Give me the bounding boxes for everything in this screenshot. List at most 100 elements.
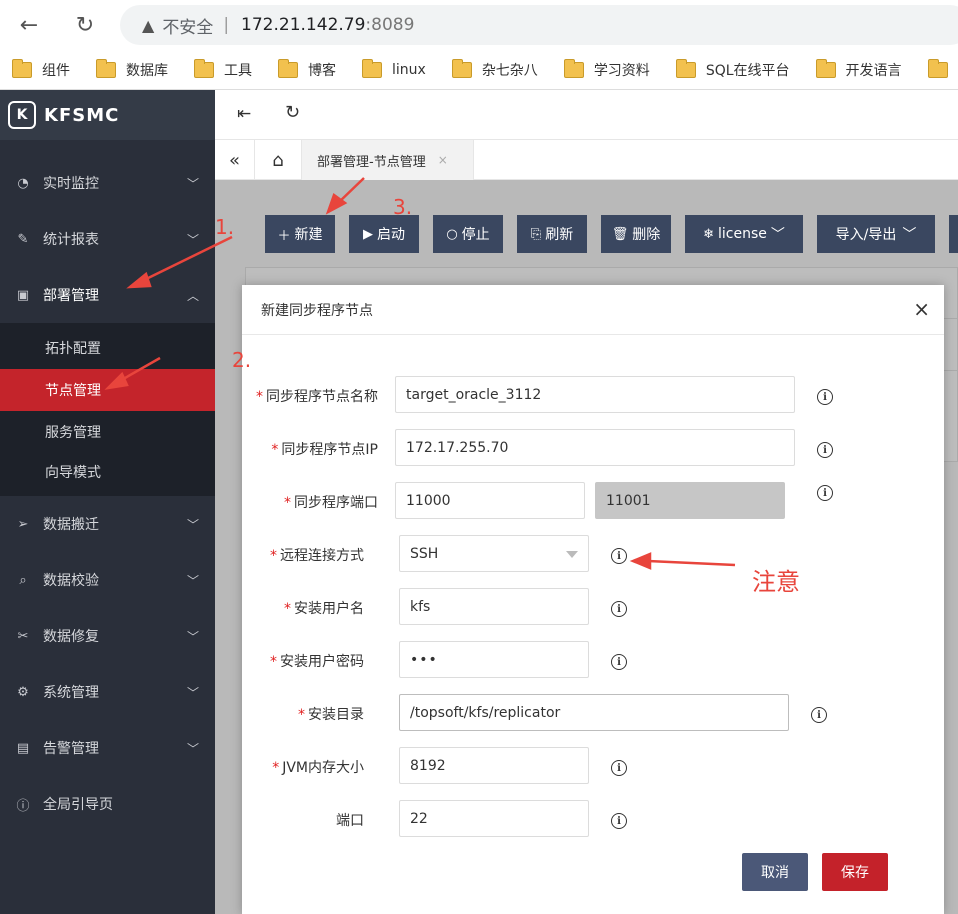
- sidebar-item-data-verify[interactable]: ⌕ 数据校验 ﹀: [0, 552, 215, 608]
- chevron-down-icon: ﹀: [186, 630, 199, 644]
- license-dropdown[interactable]: ❄ license ﹀: [685, 215, 803, 253]
- node-name-input[interactable]: target_oracle_3112: [395, 376, 795, 413]
- sidebar-item-system[interactable]: ⚙ 系统管理 ﹀: [0, 664, 215, 720]
- info-icon[interactable]: i: [611, 654, 627, 670]
- folder-icon: [563, 58, 584, 78]
- tab-close-icon[interactable]: ×: [438, 153, 448, 167]
- gear-icon: ⚙: [17, 684, 29, 700]
- reload-icon[interactable]: ↻: [70, 10, 100, 40]
- info-icon[interactable]: i: [811, 707, 827, 723]
- sidebar-subitem-topology[interactable]: 拓扑配置: [0, 327, 215, 369]
- chevron-down-icon: ﹀: [186, 686, 199, 700]
- info-icon[interactable]: i: [611, 548, 627, 564]
- delete-button-label: 删除: [632, 227, 661, 243]
- bookmark-item[interactable]: linux: [362, 58, 426, 78]
- grid-icon: ▣: [16, 287, 30, 303]
- app-logo[interactable]: K KFSMC: [0, 90, 215, 140]
- tab-node-management[interactable]: 部署管理-节点管理 ×: [302, 140, 474, 180]
- node-ip-input[interactable]: 172.17.255.70: [395, 429, 795, 466]
- info-icon[interactable]: i: [817, 442, 833, 458]
- conn-type-select[interactable]: SSH: [399, 535, 589, 572]
- new-node-dialog: 新建同步程序节点 × * 同步程序节点名称 target_oracle_3112 …: [242, 285, 944, 914]
- bookmark-item[interactable]: 开发语言: [815, 58, 902, 80]
- cancel-button[interactable]: 取消: [742, 853, 808, 891]
- info-icon[interactable]: i: [611, 760, 627, 776]
- info-icon[interactable]: i: [817, 485, 833, 501]
- import-export-dropdown[interactable]: 导入/导出 ﹀: [817, 215, 935, 253]
- info-icon[interactable]: i: [611, 601, 627, 617]
- folder-icon: [194, 58, 214, 78]
- folder-icon: [96, 58, 116, 78]
- sidebar-subitem-wizard[interactable]: 向导模式: [0, 451, 215, 493]
- bookmark-item[interactable]: 杂七杂八: [451, 58, 538, 80]
- conn-type-label: * 远程连接方式: [270, 548, 364, 564]
- sidebar-item-reports[interactable]: ✎ 统计报表 ﹀: [0, 211, 215, 267]
- sidebar-item-deploy[interactable]: ▣ 部署管理 ︿: [0, 267, 215, 323]
- chevron-down-icon: ﹀: [770, 227, 785, 243]
- address-bar[interactable]: ▲ 不安全 | 172.21.142.79:8089: [120, 5, 958, 45]
- stop-button[interactable]: ○ 停止: [433, 215, 503, 253]
- chevron-down-icon: ﹀: [902, 227, 917, 243]
- sidebar-item-alarm[interactable]: ▤ 告警管理 ﹀: [0, 720, 215, 776]
- sidebar-item-label: 全局引导页: [43, 797, 113, 813]
- new-button[interactable]: ＋新建: [265, 215, 335, 253]
- ssh-port-input[interactable]: 22: [399, 800, 589, 837]
- folder-icon: [362, 58, 382, 78]
- bookmark-item[interactable]: 工具: [194, 58, 252, 80]
- install-password-input[interactable]: •••: [399, 641, 589, 678]
- home-icon[interactable]: ⌂: [255, 140, 302, 180]
- close-icon[interactable]: ×: [913, 297, 930, 321]
- bookmark-item[interactable]: 监控: [927, 58, 958, 80]
- bookmark-label: 工具: [224, 62, 252, 79]
- bookmark-item[interactable]: 组件: [12, 58, 70, 80]
- conn-type-value: SSH: [410, 545, 439, 562]
- chevron-down-icon: ﹀: [186, 574, 199, 588]
- refresh-doc-icon: ⎘: [530, 226, 542, 242]
- annotation-step-3: 3.: [393, 195, 413, 219]
- bookmark-label: SQL在线平台: [705, 62, 790, 79]
- install-user-input[interactable]: kfs: [399, 588, 589, 625]
- jvm-memory-input[interactable]: 8192: [399, 747, 589, 784]
- info-icon[interactable]: i: [611, 813, 627, 829]
- stop-button-label: 停止: [461, 227, 490, 243]
- chevron-down-icon: ﹀: [186, 233, 199, 247]
- bookmark-label: 组件: [42, 62, 70, 79]
- bookmark-label: 杂七杂八: [481, 62, 538, 79]
- bookmark-item[interactable]: 数据库: [96, 58, 168, 80]
- delete-button[interactable]: 🗑 删除: [601, 215, 671, 253]
- arrow-left-icon[interactable]: ←: [14, 10, 44, 40]
- start-button[interactable]: ▶ 启动: [349, 215, 419, 253]
- install-dir-input[interactable]: /topsoft/kfs/replicator: [399, 694, 789, 731]
- double-chevron-left-icon[interactable]: «: [215, 140, 255, 180]
- install-password-label: * 安装用户密码: [270, 654, 364, 670]
- sidebar-subitem-node-management[interactable]: 节点管理: [0, 369, 215, 411]
- save-button[interactable]: 保存: [822, 853, 888, 891]
- bookmark-item[interactable]: 学习资料: [563, 58, 650, 80]
- sidebar-item-guide[interactable]: ⓘ 全局引导页: [0, 776, 215, 832]
- collapse-menu-icon[interactable]: ⇤: [237, 104, 251, 124]
- folder-icon: [278, 58, 298, 78]
- toolbar-more-button[interactable]: [949, 215, 958, 253]
- refresh-icon[interactable]: ↻: [285, 102, 300, 123]
- sidebar-item-label: 告警管理: [43, 741, 99, 757]
- folder-icon: [927, 58, 948, 78]
- bookmark-item[interactable]: SQL在线平台: [675, 58, 790, 80]
- deploy-submenu: 拓扑配置 节点管理 服务管理 向导模式: [0, 323, 215, 496]
- import-export-label: 导入/导出: [835, 227, 897, 243]
- bookmarks-bar: 组件 数据库 工具 博客 linux 杂七杂八 学习资料 SQL在线平台 开发语…: [0, 50, 958, 90]
- refresh-button[interactable]: ⎘ 刷新: [517, 215, 587, 253]
- sidebar-item-realtime-monitor[interactable]: ◔ 实时监控 ﹀: [0, 155, 215, 211]
- info-icon[interactable]: i: [817, 389, 833, 405]
- address-separator: |: [223, 15, 230, 35]
- sidebar-item-label: 数据修复: [43, 629, 99, 645]
- sidebar-item-data-repair[interactable]: ✂ 数据修复 ﹀: [0, 608, 215, 664]
- annotation-note: 注意: [752, 568, 800, 596]
- sidebar-item-data-migration[interactable]: ➢ 数据搬迁 ﹀: [0, 496, 215, 552]
- sidebar-subitem-service-management[interactable]: 服务管理: [0, 411, 215, 453]
- sidebar-item-label: 系统管理: [43, 685, 99, 701]
- bookmark-item[interactable]: 博客: [278, 58, 336, 80]
- trash-icon: 🗑: [611, 226, 629, 242]
- node-port-input[interactable]: 11000: [395, 482, 585, 519]
- annotation-step-2: 2.: [232, 348, 252, 372]
- play-icon: ▶: [363, 226, 373, 242]
